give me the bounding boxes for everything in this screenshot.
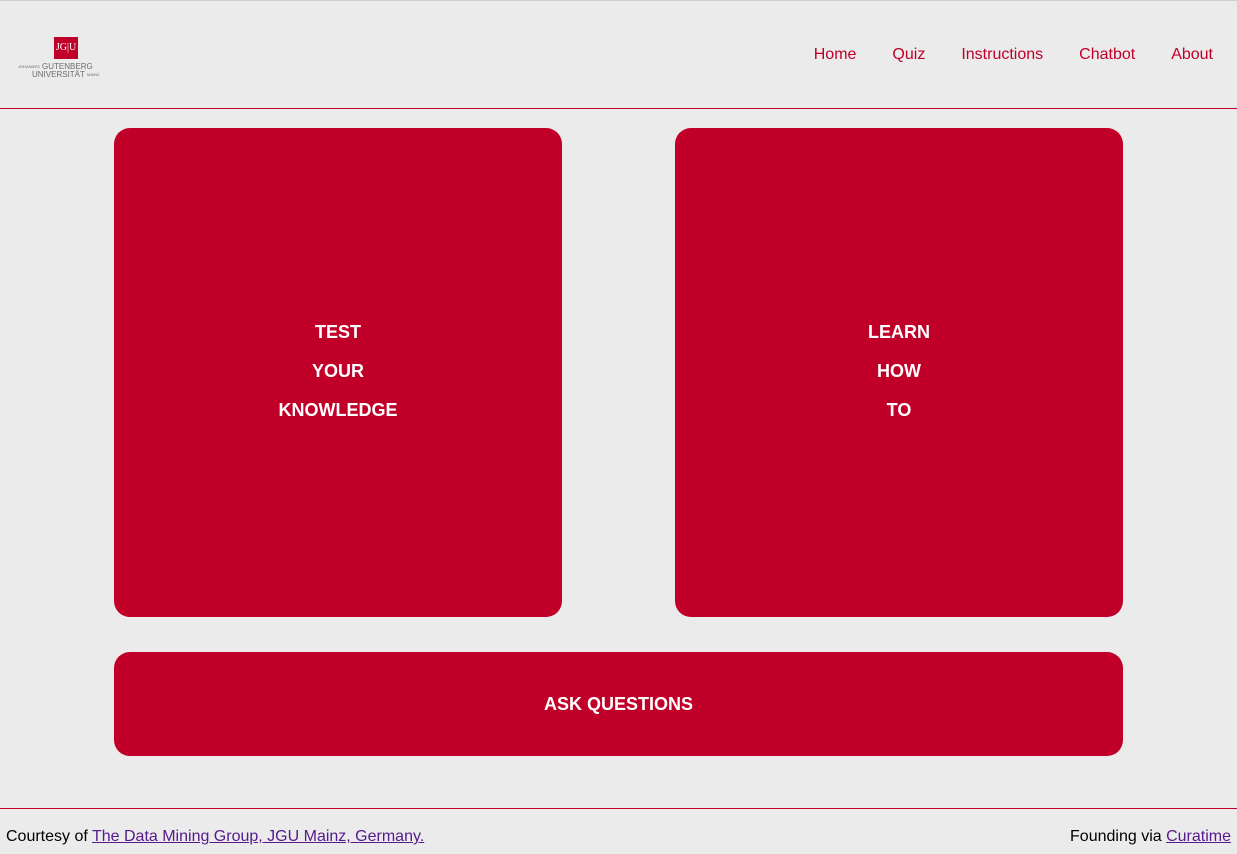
footer-courtesy: Courtesy of The Data Mining Group, JGU M… — [6, 828, 424, 846]
learn-how-to-card[interactable]: LEARN HOW TO — [675, 128, 1123, 617]
learn-card-text: LEARN HOW TO — [675, 321, 1123, 438]
logo-prefix: JOHANNES — [18, 64, 40, 69]
footer-courtesy-prefix: Courtesy of — [6, 828, 92, 845]
logo-text-line2: UNIVERSITÄT MAINZ — [32, 71, 99, 79]
jgu-logo-mark: JG|U — [54, 37, 78, 59]
site-footer: Courtesy of The Data Mining Group, JGU M… — [0, 808, 1237, 854]
test-card-line: TEST — [314, 322, 361, 342]
nav-about[interactable]: About — [1171, 45, 1213, 65]
data-mining-group-link[interactable]: The Data Mining Group, JGU Mainz, German… — [92, 828, 424, 845]
nav-chatbot[interactable]: Chatbot — [1079, 45, 1135, 65]
jgu-logo[interactable]: JG|U JOHANNES GUTENBERG UNIVERSITÄT MAIN… — [18, 37, 104, 81]
nav-instructions[interactable]: Instructions — [961, 45, 1043, 65]
ask-card-label: ASK QUESTIONS — [543, 694, 694, 714]
footer-founding: Founding via Curatime — [1070, 828, 1231, 846]
main-nav: Home Quiz Instructions Chatbot About — [778, 45, 1213, 65]
test-card-line: KNOWLEDGE — [278, 400, 398, 420]
logo-universitaet: UNIVERSITÄT — [32, 70, 85, 80]
learn-card-line: HOW — [877, 361, 921, 381]
logo-suffix: MAINZ — [86, 72, 100, 77]
learn-card-line: LEARN — [868, 322, 930, 342]
test-knowledge-card[interactable]: TEST YOUR KNOWLEDGE — [114, 128, 562, 617]
curatime-link[interactable]: Curatime — [1166, 828, 1231, 845]
nav-quiz[interactable]: Quiz — [892, 45, 925, 65]
ask-questions-card[interactable]: ASK QUESTIONS — [114, 652, 1123, 756]
site-header: JG|U JOHANNES GUTENBERG UNIVERSITÄT MAIN… — [0, 1, 1237, 109]
test-card-line: YOUR — [311, 361, 364, 381]
footer-founding-prefix: Founding via — [1070, 828, 1167, 845]
test-card-text: TEST YOUR KNOWLEDGE — [114, 321, 562, 438]
nav-home[interactable]: Home — [814, 45, 857, 65]
learn-card-line: TO — [886, 400, 912, 420]
